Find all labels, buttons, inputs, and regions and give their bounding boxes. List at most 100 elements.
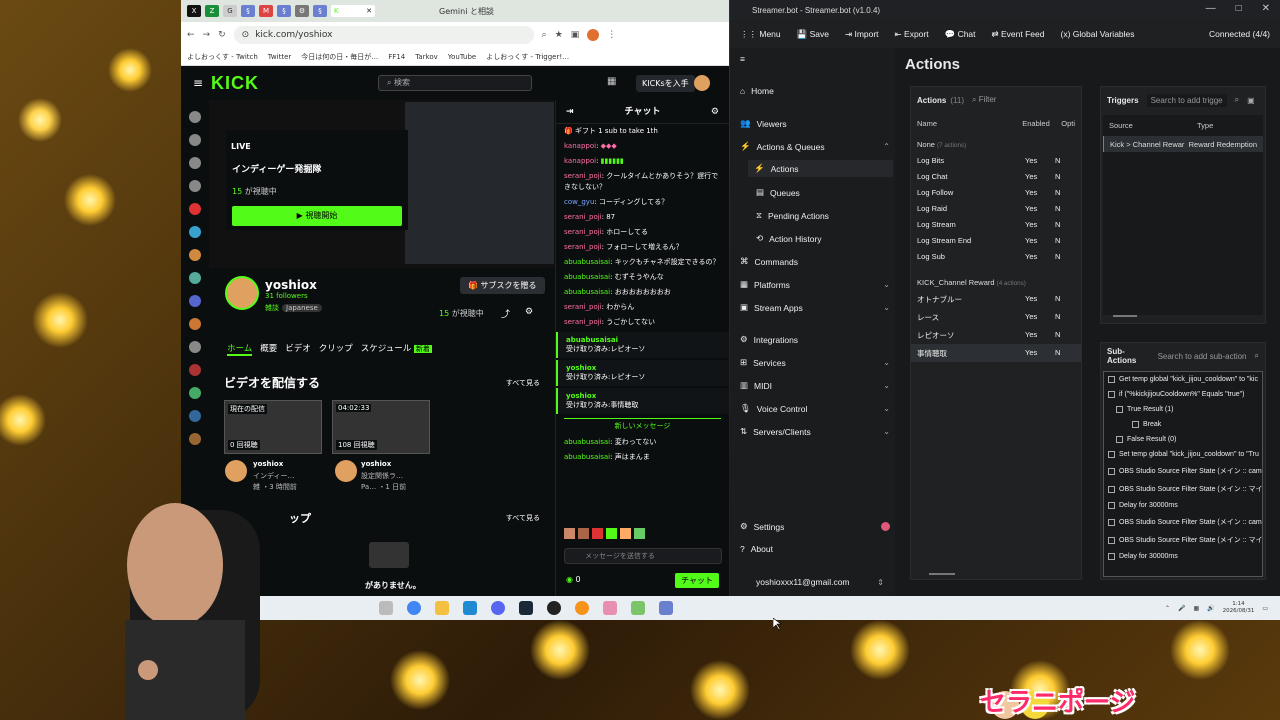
gmail-tab-icon[interactable]: M <box>259 5 273 17</box>
recommended-icon[interactable] <box>189 341 201 353</box>
clips-nav-icon[interactable] <box>189 180 201 192</box>
url-field[interactable]: ⊙ kick.com/yoshiox <box>233 26 534 44</box>
maximize-icon[interactable]: □ <box>1236 3 1242 14</box>
action-row[interactable]: オトナブルー Yes N <box>911 290 1081 308</box>
connection-status[interactable]: Connected (4/4) <box>1209 29 1270 39</box>
streamerbot-tab-icon[interactable]: § <box>241 5 255 17</box>
close-icon[interactable]: ✕ <box>1262 3 1270 14</box>
followed-channel-avatar[interactable] <box>189 203 201 215</box>
obs-icon[interactable] <box>547 601 561 615</box>
sidebar-item-pending-actions[interactable]: ⧖ Pending Actions <box>756 210 906 221</box>
sidebar-item-platforms[interactable]: ▦ Platforms ⌄ <box>740 279 890 290</box>
home-nav-icon[interactable] <box>189 111 201 123</box>
subaction-item[interactable]: Set temp global "kick_jijou_cooldown" to… <box>1104 447 1262 462</box>
discord-icon[interactable] <box>491 601 505 615</box>
sidebar-item-queues[interactable]: ▤ Queues <box>756 187 906 198</box>
video-thumbnail[interactable]: 現在の配信 0 回視聴 <box>224 400 322 454</box>
chrome-icon[interactable] <box>407 601 421 615</box>
sidebar-item-midi[interactable]: ▥ MIDI ⌄ <box>740 380 890 391</box>
bookmark-item[interactable]: Tarkov <box>415 53 438 61</box>
video-title[interactable]: 設定関係ラ… <box>361 471 403 481</box>
action-row[interactable]: Log Stream Yes N <box>911 216 1081 232</box>
followed-channel-avatar[interactable] <box>189 249 201 261</box>
sidebar-item-commands[interactable]: ⌘ Commands <box>740 256 890 267</box>
forward-icon[interactable]: → <box>203 30 211 40</box>
wallet-icon[interactable]: ▦ <box>607 76 616 87</box>
chat-input[interactable]: メッセージを送信する <box>564 548 722 564</box>
new-messages-divider[interactable]: 新しいメッセージ <box>564 418 721 431</box>
action-row[interactable]: Log Chat Yes N <box>911 168 1081 184</box>
streamerbot-tab-icon[interactable]: § <box>313 5 327 17</box>
tab-kick-active[interactable]: K ✕ <box>331 5 375 17</box>
sidebar-item-services[interactable]: ⊞ Services ⌄ <box>740 357 890 368</box>
sidebar-item-viewers[interactable]: 👥 Viewers <box>740 118 890 129</box>
chat-button[interactable]: 💬 Chat <box>945 29 976 40</box>
search-icon[interactable]: ⌕ <box>1235 95 1239 105</box>
bookmark-item[interactable]: Twitter <box>268 53 291 61</box>
emote-button[interactable] <box>578 528 589 539</box>
browse-nav-icon[interactable] <box>189 134 201 146</box>
sidebar-collapse-icon[interactable]: ≡ <box>740 54 890 64</box>
subaction-item[interactable]: OBS Studio Source Filter State (メイン :: c… <box>1104 513 1262 531</box>
global-variables-button[interactable]: (x) Global Variables <box>1061 29 1135 39</box>
app-icon[interactable] <box>575 601 589 615</box>
subaction-item[interactable]: OBS Studio Source Filter State (メイン :: c… <box>1104 462 1262 480</box>
see-all-clips-link[interactable]: すべて見る <box>506 513 540 523</box>
channel-avatar[interactable] <box>189 410 201 422</box>
sidebar-item-voice-control[interactable]: 🎙 Voice Control ⌄ <box>740 403 890 414</box>
trigger-menu-icon[interactable]: ▣ <box>1247 96 1255 105</box>
action-row[interactable]: レース Yes N <box>911 308 1081 326</box>
bookmark-star-icon[interactable]: ★ <box>555 30 563 40</box>
followed-channel-avatar[interactable] <box>189 295 201 307</box>
followed-channel-avatar[interactable] <box>189 272 201 284</box>
bookmark-item[interactable]: FF14 <box>388 53 405 61</box>
sidebar-item-actions[interactable]: ⚡ Actions <box>748 160 893 177</box>
tab-gemini[interactable]: Gemini と相談 <box>439 6 494 17</box>
action-row[interactable]: Log Raid Yes N <box>911 200 1081 216</box>
steam-icon[interactable] <box>519 601 533 615</box>
sidebar-item-settings[interactable]: ⚙ Settings <box>740 521 890 532</box>
subaction-item[interactable]: False Result (0) <box>1104 432 1262 447</box>
streamerbot-taskbar-icon[interactable] <box>659 601 673 615</box>
video-player[interactable]: LIVE インディーゲー発掘隊 15 が視聴中 ▶ 視聴開始 <box>209 100 554 268</box>
action-row[interactable]: レピオーソ Yes N <box>911 326 1081 344</box>
tray-chevron-icon[interactable]: ⌃ <box>1165 605 1170 612</box>
streamerbot-tab-icon[interactable]: § <box>277 5 291 17</box>
trigger-search-input[interactable]: Search to add trigge <box>1146 93 1227 107</box>
channel-avatar[interactable] <box>225 276 259 310</box>
channel-avatar[interactable] <box>189 387 201 399</box>
reload-icon[interactable]: ↻ <box>218 30 226 40</box>
sidebar-item-integrations[interactable]: ⚙ Integrations <box>740 334 890 345</box>
subaction-item[interactable]: Get temp global "kick_jijou_cooldown" to… <box>1104 372 1262 387</box>
followed-channel-avatar[interactable] <box>189 226 201 238</box>
tab-home[interactable]: ホーム <box>227 342 253 356</box>
channel-avatar[interactable] <box>189 433 201 445</box>
browser-menu-icon[interactable]: ⋮ <box>607 30 616 40</box>
action-row[interactable]: Log Sub Yes N <box>911 248 1081 264</box>
account-selector[interactable]: yoshioxxx11@gmail.com ⇕ <box>756 577 884 587</box>
trigger-row[interactable]: Kick > Channel Rewar Reward Redemption <box>1103 136 1263 152</box>
horizontal-scrollbar[interactable] <box>1113 315 1137 317</box>
chat-send-button[interactable]: チャット <box>675 573 719 588</box>
subaction-item[interactable]: OBS Studio Source Filter State (メイン :: マ… <box>1104 480 1262 498</box>
vscode-icon[interactable] <box>463 601 477 615</box>
emote-button[interactable] <box>634 528 645 539</box>
sidebar-item-home[interactable]: ⌂ Home <box>740 86 890 96</box>
settings-tab-icon[interactable]: ⚙ <box>295 5 309 17</box>
subaction-item[interactable]: True Result (1) <box>1104 402 1262 417</box>
site-info-icon[interactable]: ⊙ <box>242 30 250 40</box>
menu-button[interactable]: ⋮⋮ Menu <box>740 29 781 40</box>
sidebar-item-actions-queues[interactable]: ⚡ Actions & Queues ⌃ <box>740 141 890 152</box>
gift-subscription-button[interactable]: 🎁 サブスクを贈る <box>460 277 545 294</box>
chat-settings-icon[interactable]: ⚙ <box>711 100 719 124</box>
sidebar-item-stream-apps[interactable]: ▣ Stream Apps ⌄ <box>740 302 890 313</box>
hamburger-icon[interactable]: ≡ <box>193 76 203 90</box>
bookmark-item[interactable]: よしおっくす - Trigger!… <box>486 52 569 62</box>
user-avatar[interactable] <box>694 75 710 91</box>
followed-channel-avatar[interactable] <box>189 318 201 330</box>
extensions-icon[interactable]: ▣ <box>571 30 580 40</box>
action-row[interactable]: 事情聴取 Yes N <box>911 344 1081 362</box>
actions-filter-input[interactable]: ⌕ Filter <box>972 95 996 105</box>
action-group-kick[interactable]: KICK_Channel Reward (4 actions) <box>911 272 1081 290</box>
action-row[interactable]: Log Follow Yes N <box>911 184 1081 200</box>
